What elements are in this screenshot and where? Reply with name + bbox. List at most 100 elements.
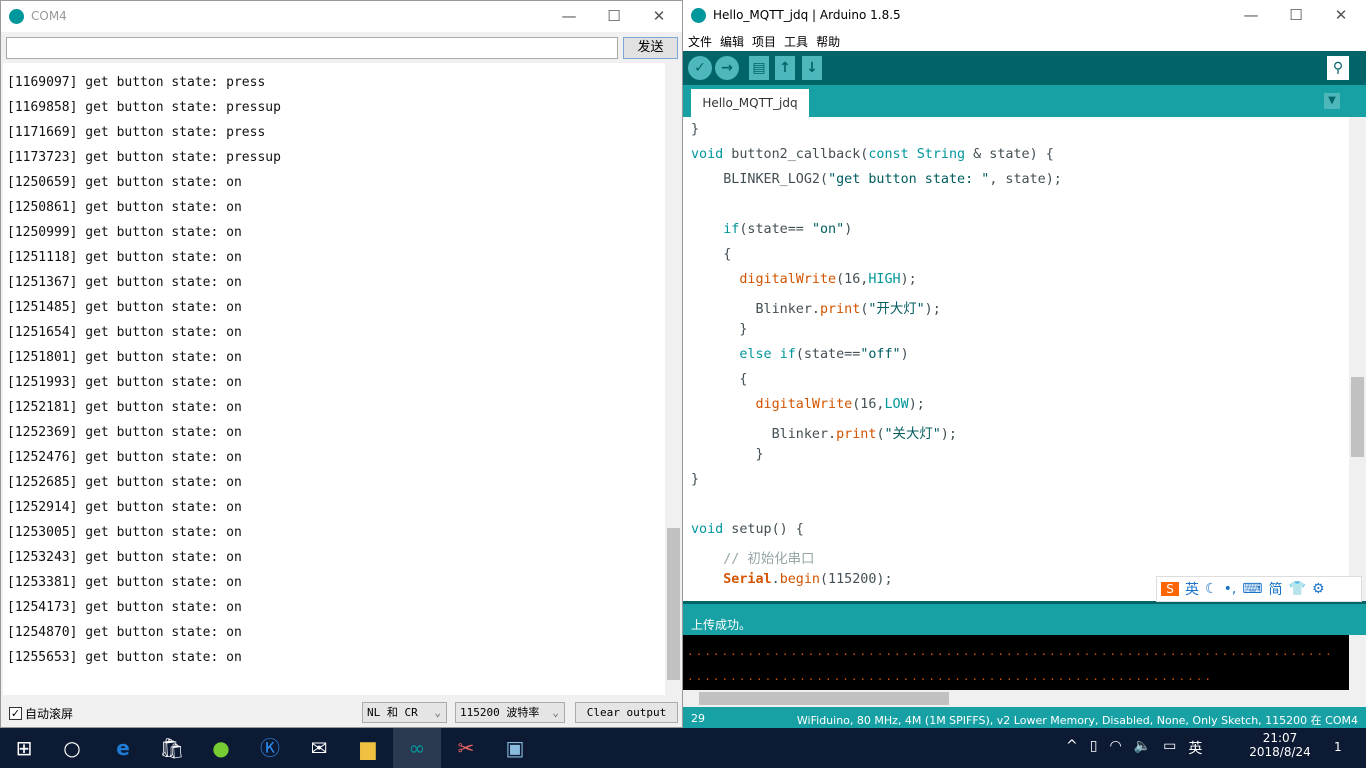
tray-ime[interactable]: 英 (1188, 738, 1202, 758)
log-line: [1253381] get button state: on (7, 575, 242, 590)
log-line: [1254173] get button state: on (7, 600, 242, 615)
ime-simplified[interactable]: 简 (1269, 579, 1283, 599)
tab-bar: Hello_MQTT_jdq ▼ (683, 85, 1366, 117)
log-line: [1251654] get button state: on (7, 325, 242, 340)
settings-icon[interactable]: ⚙ (1312, 581, 1325, 597)
editor-scrollbar-thumb[interactable] (1351, 377, 1364, 457)
tab-hello-mqtt-jdq[interactable]: Hello_MQTT_jdq (691, 89, 809, 117)
store-icon[interactable]: 🛍 (148, 728, 196, 768)
log-line: [1255653] get button state: on (7, 650, 242, 665)
serial-monitor-window: COM4 — ☐ ✕ 发送 [1169097] get button state… (0, 0, 683, 728)
console-output: ........................................… (683, 635, 1349, 690)
windows-start-icon[interactable]: ⊞ (0, 728, 48, 768)
wifi-icon[interactable]: ◠ (1109, 738, 1121, 758)
code-line: Blinker.print("开大灯"); (691, 302, 941, 317)
minimize-button[interactable]: — (1228, 0, 1274, 31)
arduino-icon (691, 8, 706, 23)
arduino-taskbar-icon[interactable]: ∞ (393, 728, 441, 768)
close-button[interactable]: ✕ (1318, 0, 1364, 31)
code-line: { (691, 372, 748, 387)
horizontal-scrollbar[interactable] (683, 690, 1366, 707)
date: 2018/8/24 (1249, 745, 1311, 759)
photos-icon[interactable]: ▣ (491, 728, 539, 768)
log-line: [1250659] get button state: on (7, 175, 242, 190)
verify-icon[interactable]: ✓ (688, 56, 712, 80)
sogou-icon[interactable]: S (1161, 582, 1179, 596)
editor-scrollbar[interactable] (1349, 117, 1366, 601)
code-editor[interactable]: } void button2_callback(const String & st… (683, 117, 1349, 601)
edge-icon[interactable]: e (99, 728, 147, 768)
code-line: Blinker.print("关大灯"); (691, 427, 957, 442)
menu-tools[interactable]: 工具 (784, 35, 808, 49)
console-line: ........................................… (687, 645, 1334, 658)
chevron-up-icon[interactable]: ^ (1066, 738, 1078, 758)
skin-icon[interactable]: 👕 (1289, 581, 1306, 597)
code-line: BLINKER_LOG2("get button state: ", state… (691, 172, 1062, 187)
maximize-button[interactable]: ☐ (1273, 0, 1319, 31)
moon-icon[interactable]: ☾ (1205, 581, 1218, 597)
status-message: 上传成功。 (683, 601, 1366, 635)
code-line: { (691, 247, 732, 262)
log-line: [1251367] get button state: on (7, 275, 242, 290)
menu-sketch[interactable]: 项目 (752, 35, 776, 49)
browser-icon[interactable]: ● (197, 728, 245, 768)
file-explorer-icon[interactable]: ▆ (344, 728, 392, 768)
code-line: Serial.begin(115200); (723, 572, 893, 587)
line-ending-select[interactable]: NL 和 CR ⌄ (362, 702, 447, 723)
battery-icon[interactable]: ▭ (1163, 738, 1176, 758)
board-info: WiFiduino, 80 MHz, 4M (1M SPIFFS), v2 Lo… (796, 714, 1358, 727)
toolbar: ✓ → ▤ ↑ ↓ ⚲ (683, 51, 1366, 85)
log-line: [1169097] get button state: press (7, 75, 266, 90)
volume-icon[interactable]: 🔈 (1134, 738, 1151, 758)
clear-output-button[interactable]: Clear output (575, 702, 678, 723)
scrollbar-thumb[interactable] (699, 692, 949, 705)
ime-mode[interactable]: 英 (1185, 579, 1199, 599)
code-line: else if(state=="off") (739, 347, 909, 362)
code-line: } (691, 322, 748, 337)
keyboard-icon[interactable]: ⌨ (1242, 581, 1262, 597)
log-line: [1251118] get button state: on (7, 250, 242, 265)
menu-help[interactable]: 帮助 (816, 35, 840, 49)
arduino-icon (9, 9, 24, 24)
save-icon[interactable]: ↓ (802, 56, 822, 80)
cortana-icon[interactable]: ○ (48, 728, 96, 768)
open-icon[interactable]: ↑ (775, 56, 795, 80)
console-scrollbar[interactable] (1349, 635, 1366, 690)
log-line: [1253243] get button state: on (7, 550, 242, 565)
taskbar: ⊞ ○ e 🛍 ● Ⓚ ✉ ▆ ∞ ✂ ▣ ^ ▯ ◠ 🔈 ▭ 英 21:07 … (0, 728, 1366, 768)
log-line: [1251485] get button state: on (7, 300, 242, 315)
clock[interactable]: 21:07 2018/8/24 (1245, 731, 1315, 759)
time: 21:07 (1262, 731, 1298, 745)
autoscroll-checkbox[interactable]: ✓ 自动滚屏 (9, 705, 73, 722)
minimize-button[interactable]: — (546, 1, 592, 32)
menu-edit[interactable]: 编辑 (720, 35, 744, 49)
serial-monitor-icon[interactable]: ⚲ (1327, 56, 1349, 80)
usb-icon[interactable]: ▯ (1090, 738, 1098, 758)
menu-file[interactable]: 文件 (688, 35, 712, 49)
window-title: Hello_MQTT_jdq | Arduino 1.8.5 (713, 8, 901, 22)
k-app-icon[interactable]: Ⓚ (246, 728, 294, 768)
checkbox-icon[interactable]: ✓ (9, 707, 22, 720)
code-line: } (691, 447, 764, 462)
maximize-button[interactable]: ☐ (591, 1, 637, 32)
snipping-tool-icon[interactable]: ✂ (442, 728, 490, 768)
log-line: [1254870] get button state: on (7, 625, 242, 640)
baud-rate-value: 115200 波特率 (460, 706, 540, 719)
log-line: [1250999] get button state: on (7, 225, 242, 240)
notification-badge[interactable]: 1 (1334, 740, 1342, 754)
scrollbar-thumb[interactable] (667, 528, 680, 680)
mail-icon[interactable]: ✉ (295, 728, 343, 768)
autoscroll-label: 自动滚屏 (25, 707, 74, 721)
new-file-icon[interactable]: ▤ (749, 56, 769, 80)
close-button[interactable]: ✕ (636, 1, 682, 32)
code-line: void button2_callback(const String & sta… (691, 147, 1054, 162)
upload-icon[interactable]: → (715, 56, 739, 80)
send-button[interactable]: 发送 (623, 37, 678, 59)
tab-menu-icon[interactable]: ▼ (1324, 93, 1340, 109)
send-input[interactable] (6, 37, 618, 59)
chevron-down-icon: ⌄ (434, 706, 441, 719)
baud-rate-select[interactable]: 115200 波特率 ⌄ (455, 702, 565, 723)
log-line: [1252476] get button state: on (7, 450, 242, 465)
log-line: [1251801] get button state: on (7, 350, 242, 365)
punctuation-icon[interactable]: •, (1224, 581, 1237, 597)
